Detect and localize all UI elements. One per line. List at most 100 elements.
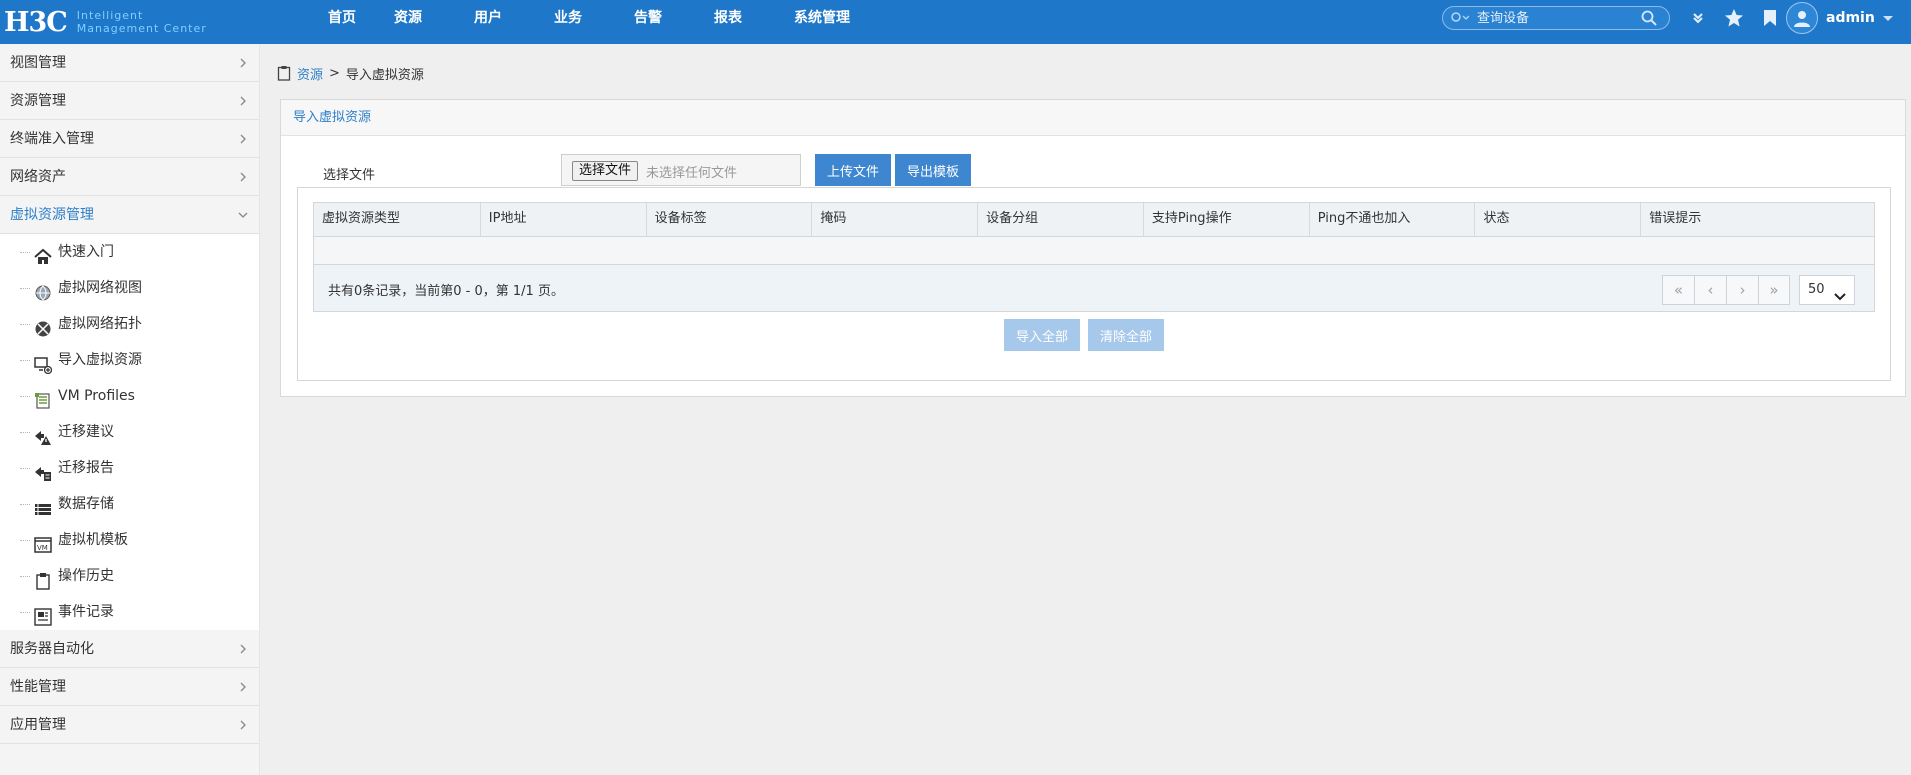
- vm-profile-icon: [34, 388, 52, 409]
- sidebar-item-label: 操作历史: [58, 568, 114, 584]
- column-header-type[interactable]: 虚拟资源类型: [314, 203, 481, 236]
- logo[interactable]: H3C Intelligent Management Center: [4, 3, 207, 41]
- nav-home[interactable]: 首页: [328, 0, 394, 44]
- clipboard-icon: [34, 568, 52, 590]
- topology-icon: [34, 316, 52, 337]
- sidebar-group-label: 网络资产: [10, 169, 66, 185]
- first-page-icon[interactable]: «: [1662, 275, 1694, 305]
- sidebar-group-view[interactable]: 视图管理: [0, 44, 259, 82]
- chevron-right-icon: [237, 44, 249, 82]
- caret-down-icon: [1882, 15, 1893, 21]
- pager-buttons: « ‹ › »: [1662, 275, 1790, 305]
- sidebar-item-virtual-network-topology[interactable]: 虚拟网络拓扑: [0, 306, 259, 342]
- sidebar-group-label: 视图管理: [10, 55, 66, 71]
- column-header-group[interactable]: 设备分组: [978, 203, 1144, 236]
- sidebar-item-label: 导入虚拟资源: [58, 352, 142, 368]
- logo-mark: H3C: [4, 6, 68, 38]
- search-box: [1442, 6, 1670, 30]
- page-size-select[interactable]: 50: [1799, 275, 1855, 305]
- upload-file-button[interactable]: 上传文件: [815, 154, 892, 186]
- nav-system[interactable]: 系统管理: [794, 0, 894, 44]
- bookmark-icon[interactable]: [1752, 0, 1788, 36]
- chevron-right-icon: [237, 120, 249, 158]
- sidebar-group-network-assets[interactable]: 网络资产: [0, 158, 259, 196]
- breadcrumb-resource-link[interactable]: 资源: [297, 64, 323, 83]
- home-icon: [34, 244, 52, 264]
- sidebar-item-virtual-network-view[interactable]: 虚拟网络视图: [0, 270, 259, 306]
- svg-text:VM: VM: [37, 544, 48, 552]
- top-bar: H3C Intelligent Management Center 首页 资源 …: [0, 0, 1911, 44]
- event-log-icon: [34, 604, 52, 626]
- main-content: 资源 > 导入虚拟资源 导入虚拟资源 选择文件 选择文件 未选择任何文件 上传文…: [261, 44, 1911, 775]
- migration-report-icon: [34, 460, 52, 481]
- file-input[interactable]: 选择文件 未选择任何文件: [561, 154, 801, 186]
- grid-body: [314, 237, 1874, 265]
- column-header-status[interactable]: 状态: [1475, 203, 1642, 236]
- star-icon[interactable]: [1716, 0, 1752, 36]
- top-toolbar: [1680, 0, 1788, 36]
- sidebar-group-server-automation[interactable]: 服务器自动化: [0, 630, 259, 668]
- sidebar-group-performance[interactable]: 性能管理: [0, 668, 259, 706]
- datastore-icon: [34, 496, 52, 515]
- column-header-ip[interactable]: IP地址: [481, 203, 647, 236]
- sidebar-item-label: 虚拟网络拓扑: [58, 316, 142, 332]
- sidebar-group-endpoint-access[interactable]: 终端准入管理: [0, 120, 259, 158]
- sidebar-item-label: 迁移建议: [58, 424, 114, 440]
- page-size-value: 50: [1808, 282, 1825, 297]
- clipboard-icon: [277, 65, 291, 81]
- column-header-label[interactable]: 设备标签: [647, 203, 813, 236]
- sidebar-item-vm-profiles[interactable]: VM Profiles: [0, 378, 259, 414]
- vm-template-icon: VM: [34, 532, 52, 553]
- sidebar-item-import-virtual-resource[interactable]: 导入虚拟资源: [0, 342, 259, 378]
- import-all-button[interactable]: 导入全部: [1004, 319, 1081, 351]
- chevron-down-icon: [1834, 285, 1846, 301]
- prev-page-icon[interactable]: ‹: [1694, 275, 1726, 305]
- sidebar-group-application[interactable]: 应用管理: [0, 706, 259, 744]
- file-status: 未选择任何文件: [646, 166, 738, 181]
- nav-user[interactable]: 用户: [474, 0, 554, 44]
- column-header-ping[interactable]: 支持Ping操作: [1144, 203, 1310, 236]
- sidebar-item-label: VM Profiles: [58, 388, 135, 404]
- sidebar-item-event-log[interactable]: 事件记录: [0, 594, 259, 630]
- sidebar-item-datastore[interactable]: 数据存储: [0, 486, 259, 522]
- import-panel: 导入虚拟资源 选择文件 选择文件 未选择任何文件 上传文件 导出模板 虚拟资源类…: [280, 99, 1906, 397]
- chevron-right-icon: [237, 668, 249, 706]
- nav-alarm[interactable]: 告警: [634, 0, 714, 44]
- double-chevron-down-icon[interactable]: [1680, 0, 1716, 36]
- sidebar-item-label: 快速入门: [58, 244, 114, 260]
- sidebar-group-resource[interactable]: 资源管理: [0, 82, 259, 120]
- grid-actions: 导入全部 清除全部: [298, 319, 1890, 351]
- clear-all-button[interactable]: 清除全部: [1088, 319, 1165, 351]
- sidebar-item-label: 迁移报告: [58, 460, 114, 476]
- breadcrumb: 资源 > 导入虚拟资源: [277, 64, 424, 83]
- search-scope-icon[interactable]: [1451, 11, 1470, 25]
- sidebar-item-migration-report[interactable]: 迁移报告: [0, 450, 259, 486]
- sidebar-item-quick-start[interactable]: 快速入门: [0, 234, 259, 270]
- last-page-icon[interactable]: »: [1758, 275, 1790, 305]
- export-template-button[interactable]: 导出模板: [895, 154, 972, 186]
- sidebar-item-vm-template[interactable]: VM 虚拟机模板: [0, 522, 259, 558]
- search-icon[interactable]: [1641, 10, 1657, 26]
- file-label: 选择文件: [323, 168, 376, 183]
- column-header-ping-fail[interactable]: Ping不通也加入: [1310, 203, 1476, 236]
- next-page-icon[interactable]: ›: [1726, 275, 1758, 305]
- migration-advice-icon: [34, 424, 52, 445]
- globe-icon: [34, 280, 52, 301]
- sidebar-group-virtual-resource[interactable]: 虚拟资源管理: [0, 196, 259, 234]
- main-nav: 首页 资源 用户 业务 告警 报表 系统管理: [310, 0, 894, 44]
- chevron-right-icon: [237, 706, 249, 744]
- nav-report[interactable]: 报表: [714, 0, 794, 44]
- nav-service[interactable]: 业务: [554, 0, 634, 44]
- sidebar-item-operation-history[interactable]: 操作历史: [0, 558, 259, 594]
- choose-file-button[interactable]: 选择文件: [572, 161, 639, 181]
- chevron-right-icon: [237, 82, 249, 120]
- sidebar-item-migration-advice[interactable]: 迁移建议: [0, 414, 259, 450]
- sidebar-group-label: 终端准入管理: [10, 131, 94, 147]
- logo-line2: Management Center: [76, 22, 207, 35]
- search-input[interactable]: [1477, 9, 1627, 27]
- column-header-mask[interactable]: 掩码: [812, 203, 979, 236]
- user-menu[interactable]: admin: [1786, 2, 1893, 34]
- nav-resource[interactable]: 资源: [394, 0, 474, 44]
- column-header-error[interactable]: 错误提示: [1641, 203, 1874, 236]
- sidebar-group-label: 应用管理: [10, 717, 66, 733]
